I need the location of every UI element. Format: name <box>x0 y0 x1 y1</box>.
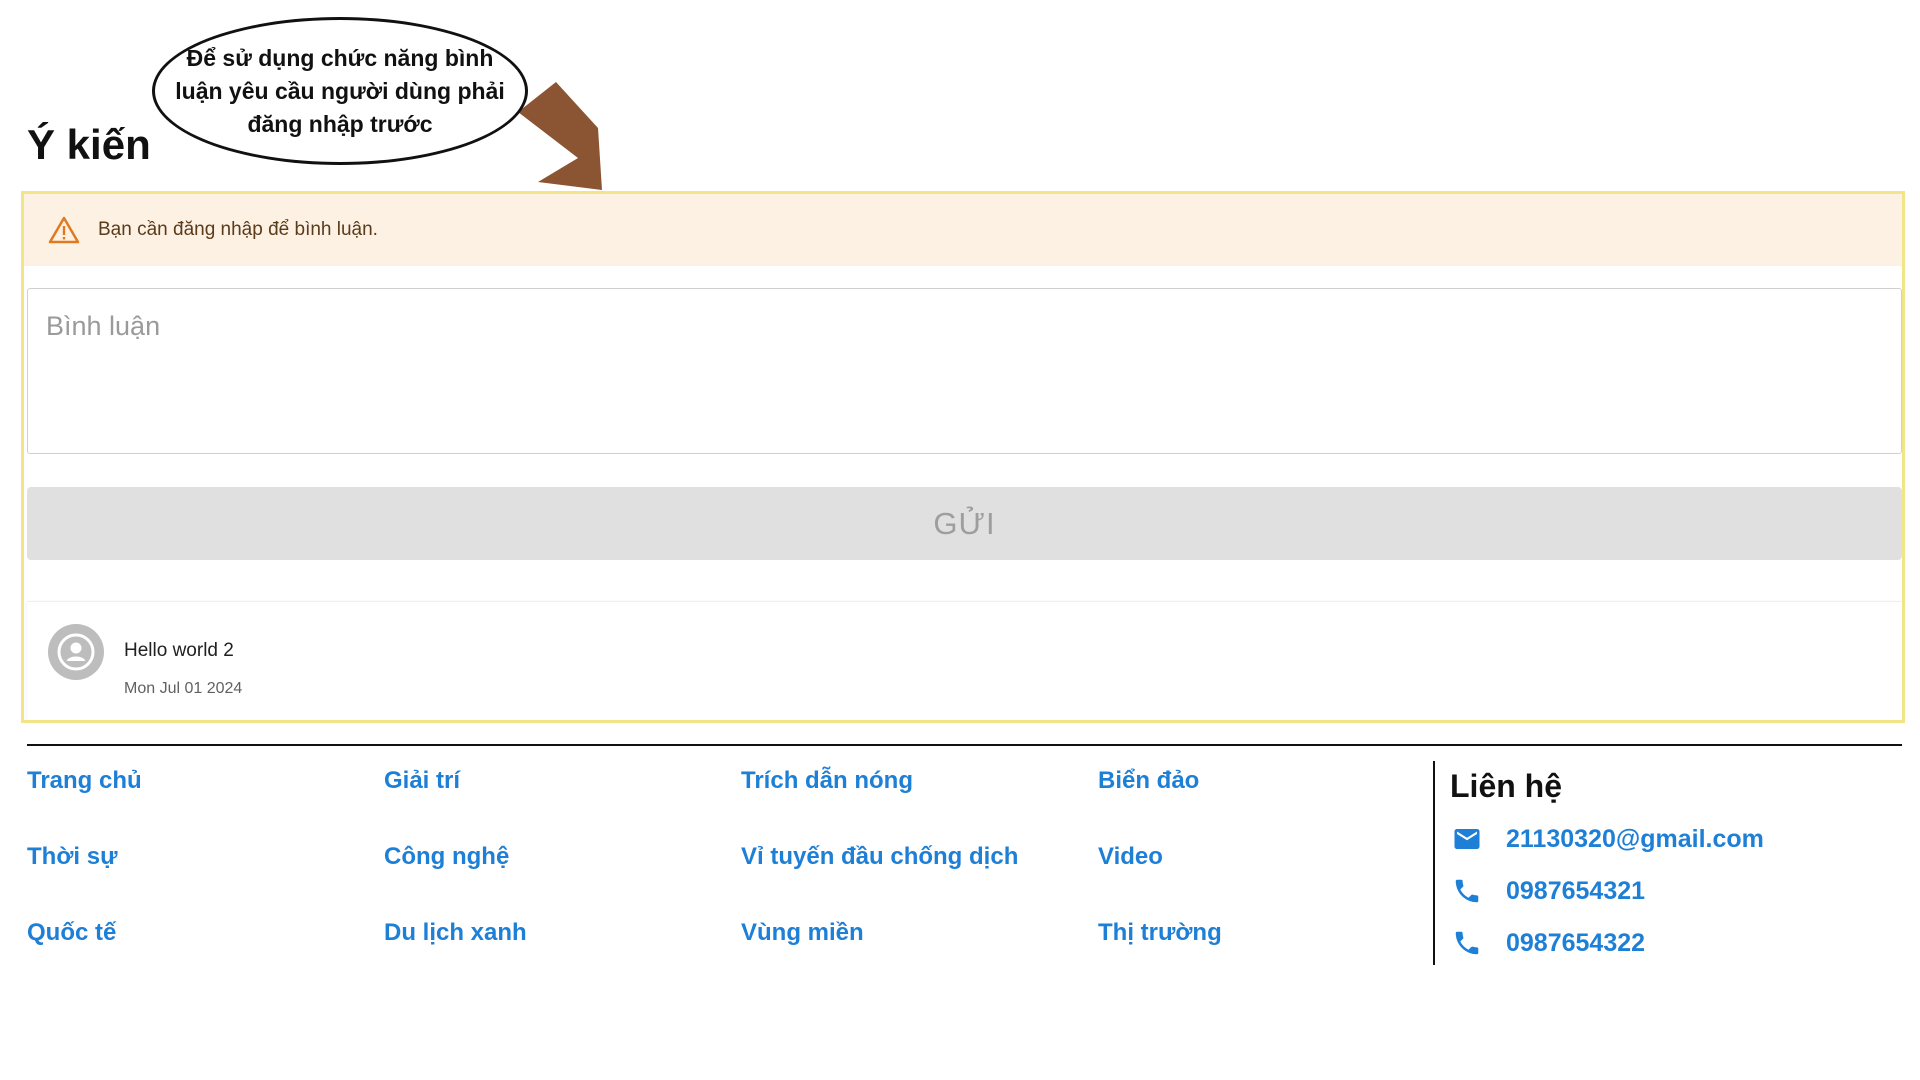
email-icon <box>1452 824 1482 854</box>
section-title: Ý kiến <box>27 121 151 168</box>
footer-link-vung-mien[interactable]: Vùng miền <box>741 918 864 948</box>
footer-link-trich-dan-nong[interactable]: Trích dẫn nóng <box>741 766 913 796</box>
footer-divider <box>27 744 1902 746</box>
contact-phone-link[interactable]: 0987654321 <box>1506 877 1645 906</box>
contact-divider <box>1433 761 1435 965</box>
footer-link-quoc-te[interactable]: Quốc tế <box>27 918 116 948</box>
phone-icon <box>1452 928 1482 958</box>
annotation-callout: Để sử dụng chức năng bình luận yêu cầu n… <box>152 17 528 165</box>
footer-link-thi-truong[interactable]: Thị trường <box>1098 918 1222 948</box>
contact-email-row: 21130320@gmail.com <box>1452 824 1764 854</box>
contact-email-link[interactable]: 21130320@gmail.com <box>1506 825 1764 854</box>
footer-link-bien-dao[interactable]: Biển đảo <box>1098 766 1199 796</box>
footer-link-video[interactable]: Video <box>1098 842 1163 872</box>
phone-icon <box>1452 876 1482 906</box>
footer-link-cong-nghe[interactable]: Công nghệ <box>384 842 509 872</box>
footer-link-trang-chu[interactable]: Trang chủ <box>27 766 142 796</box>
footer-link-vi-tuyen-dau-chong-dich[interactable]: Vỉ tuyến đầu chống dịch <box>741 842 1018 872</box>
footer-link-thoi-su[interactable]: Thời sự <box>27 842 117 872</box>
footer-link-du-lich-xanh[interactable]: Du lịch xanh <box>384 918 527 948</box>
contact-phone-link[interactable]: 0987654322 <box>1506 929 1645 958</box>
contact-phone-row: 0987654321 <box>1452 876 1645 906</box>
contact-title: Liên hệ <box>1450 768 1563 804</box>
annotation-callout-text: Để sử dụng chức năng bình luận yêu cầu n… <box>175 44 505 137</box>
contact-phone-row: 0987654322 <box>1452 928 1645 958</box>
annotation-highlight-frame <box>21 191 1905 723</box>
footer-link-giai-tri[interactable]: Giải trí <box>384 766 460 796</box>
